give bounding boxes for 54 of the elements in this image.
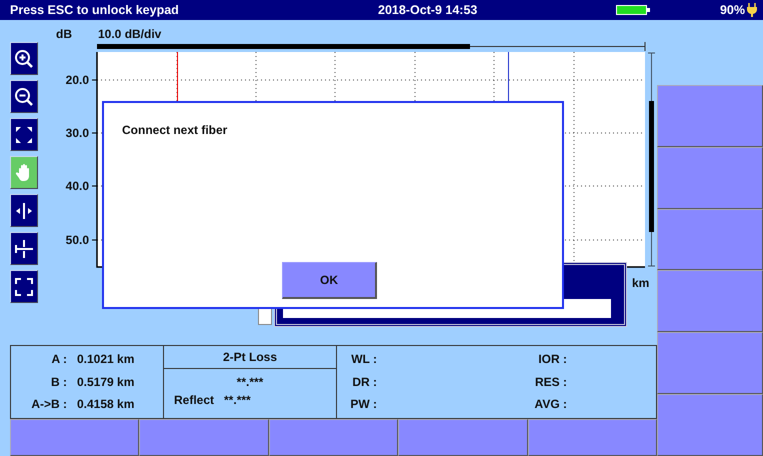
parameter-label: DR :	[351, 374, 377, 389]
y-unit-label: dB	[56, 27, 72, 41]
marker-value: 0.5179 km	[77, 374, 134, 389]
marker-label: A :	[50, 352, 68, 366]
loss-value: **.***	[236, 374, 264, 391]
tool-button[interactable]	[10, 42, 38, 75]
parameter-label: IOR :	[537, 352, 567, 366]
softkey-button[interactable]	[657, 270, 763, 332]
status-message: Press ESC to unlock keypad	[10, 3, 180, 17]
softkey-button[interactable]	[139, 418, 269, 456]
marker-value: 0.1021 km	[77, 352, 134, 366]
x-unit-label: km	[632, 276, 650, 290]
parameter-label: WL :	[350, 352, 377, 366]
battery-icon	[616, 5, 650, 15]
tool-button[interactable]	[10, 232, 38, 265]
scale-label: 10.0 dB/div	[98, 27, 162, 41]
softkey-button[interactable]	[657, 208, 763, 270]
tool-button[interactable]	[10, 156, 38, 189]
softkey-button[interactable]	[657, 394, 763, 456]
horizontal-scroll-bar[interactable]	[96, 42, 646, 52]
y-axis-label: 30.0	[66, 126, 89, 140]
plug-icon	[747, 3, 757, 17]
frame-corners-icon	[14, 276, 34, 296]
y-axis-label: 40.0	[66, 179, 89, 193]
tool-button[interactable]	[10, 194, 38, 227]
marker-label: B :	[50, 374, 68, 389]
y-axis-label: 20.0	[66, 73, 89, 87]
softkey-button[interactable]	[398, 418, 528, 456]
dialog-message: Connect next fiber	[122, 123, 228, 137]
battery-percent: 90%	[720, 3, 745, 17]
tool-button[interactable]	[10, 118, 38, 151]
vertical-scroll-bar[interactable]	[648, 52, 656, 266]
softkey-button[interactable]	[268, 418, 398, 456]
zoom-in-icon	[14, 48, 34, 68]
marker-value: 0.4158 km	[77, 397, 134, 412]
date-time: 2018-Oct-9 14:53	[378, 3, 478, 17]
ok-button[interactable]: OK	[282, 262, 377, 299]
tool-button[interactable]	[10, 270, 38, 303]
parameter-label: PW :	[349, 397, 377, 412]
loss-title: 2-Pt Loss	[164, 346, 336, 369]
zoom-out-icon	[14, 86, 34, 106]
tool-button[interactable]	[10, 80, 38, 113]
crosshair-icon	[14, 238, 34, 258]
marker-label: A->B :	[30, 397, 68, 412]
parameter-label: AVG :	[534, 397, 567, 412]
expand-arrows-icon	[14, 124, 34, 144]
split-arrows-icon	[14, 200, 34, 220]
softkey-button[interactable]	[528, 418, 658, 456]
softkey-button[interactable]	[657, 332, 763, 394]
y-axis-label: 50.0	[66, 233, 89, 247]
softkey-button[interactable]	[10, 418, 140, 456]
reflect-value: **.***	[224, 393, 251, 407]
parameter-label: RES :	[534, 374, 567, 389]
reflect-label: Reflect	[174, 393, 214, 407]
